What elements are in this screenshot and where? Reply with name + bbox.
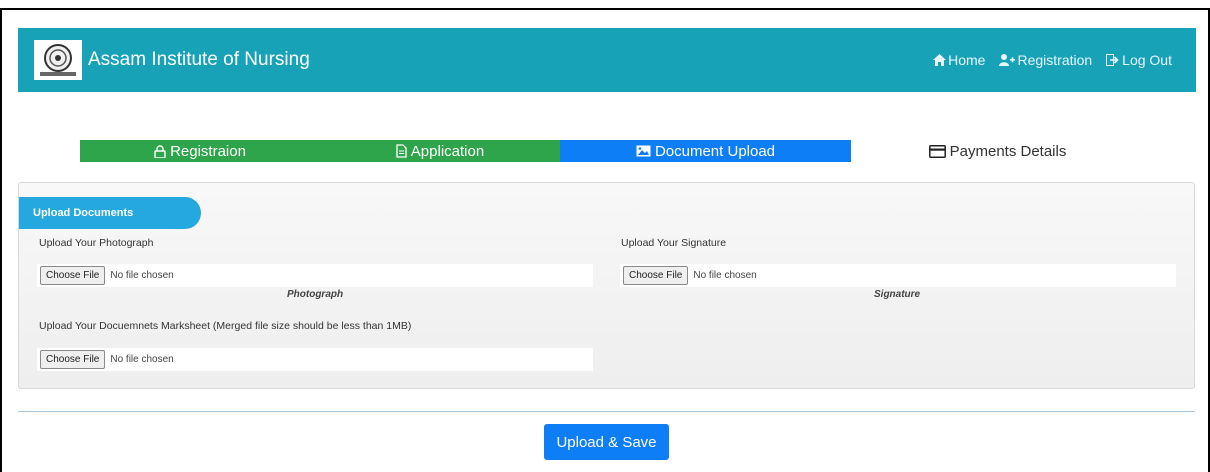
step-document-upload-label: Document Upload bbox=[654, 142, 776, 160]
photograph-caption: Photograph bbox=[287, 289, 344, 300]
nav-logout-label: Log Out bbox=[1122, 52, 1172, 68]
signature-file-status: No file chosen bbox=[693, 270, 757, 281]
upload-documents-card: Upload Documents Upload Your Photograph … bbox=[18, 182, 1195, 389]
step-application-label: Application bbox=[410, 142, 485, 160]
institute-logo bbox=[34, 40, 82, 80]
nav-links: Home Registration Log Out bbox=[933, 52, 1172, 68]
brand-title: Assam Institute of Nursing bbox=[88, 49, 310, 70]
marksheet-label: Upload Your Docuemnets Marksheet (Merged… bbox=[39, 320, 412, 332]
brand[interactable]: Assam Institute of Nursing bbox=[34, 40, 310, 80]
lock-icon bbox=[154, 144, 166, 158]
credit-card-icon bbox=[928, 144, 946, 158]
photograph-file-input[interactable]: Choose File No file chosen bbox=[37, 264, 593, 287]
document-icon bbox=[396, 144, 407, 158]
section-divider bbox=[18, 411, 1195, 412]
photograph-choose-file-button[interactable]: Choose File bbox=[40, 266, 106, 285]
upload-documents-tab: Upload Documents bbox=[19, 197, 201, 229]
nav-home-label: Home bbox=[948, 52, 986, 68]
user-plus-icon bbox=[999, 54, 1016, 66]
sign-out-icon bbox=[1106, 54, 1119, 66]
signature-file-input[interactable]: Choose File No file chosen bbox=[620, 264, 1176, 287]
nav-home[interactable]: Home bbox=[933, 52, 985, 68]
home-icon bbox=[933, 54, 947, 66]
step-document-upload[interactable]: Document Upload bbox=[560, 140, 851, 162]
nav-registration-label: Registration bbox=[1017, 52, 1093, 68]
photograph-label: Upload Your Photograph bbox=[39, 237, 154, 249]
upload-save-button[interactable]: Upload & Save bbox=[544, 424, 669, 460]
signature-caption: Signature bbox=[874, 289, 921, 300]
marksheet-file-input[interactable]: Choose File No file chosen bbox=[37, 348, 593, 371]
photograph-file-status: No file chosen bbox=[110, 270, 174, 281]
signature-label: Upload Your Signature bbox=[621, 237, 727, 249]
step-application[interactable]: Application bbox=[320, 140, 560, 162]
top-navbar: Assam Institute of Nursing Home Registra… bbox=[18, 28, 1196, 92]
nav-registration[interactable]: Registration bbox=[999, 52, 1092, 68]
step-payments-label: Payments Details bbox=[949, 142, 1067, 160]
nav-logout[interactable]: Log Out bbox=[1106, 52, 1172, 68]
step-registration-label: Registraion bbox=[170, 142, 246, 160]
marksheet-file-status: No file chosen bbox=[110, 354, 174, 365]
marksheet-choose-file-button[interactable]: Choose File bbox=[40, 350, 106, 369]
step-registration[interactable]: Registraion bbox=[80, 140, 320, 162]
progress-steps: Registraion Application Document Upload … bbox=[80, 140, 1144, 162]
signature-choose-file-button[interactable]: Choose File bbox=[623, 266, 689, 285]
step-payments[interactable]: Payments Details bbox=[851, 140, 1144, 162]
image-icon bbox=[636, 145, 651, 157]
